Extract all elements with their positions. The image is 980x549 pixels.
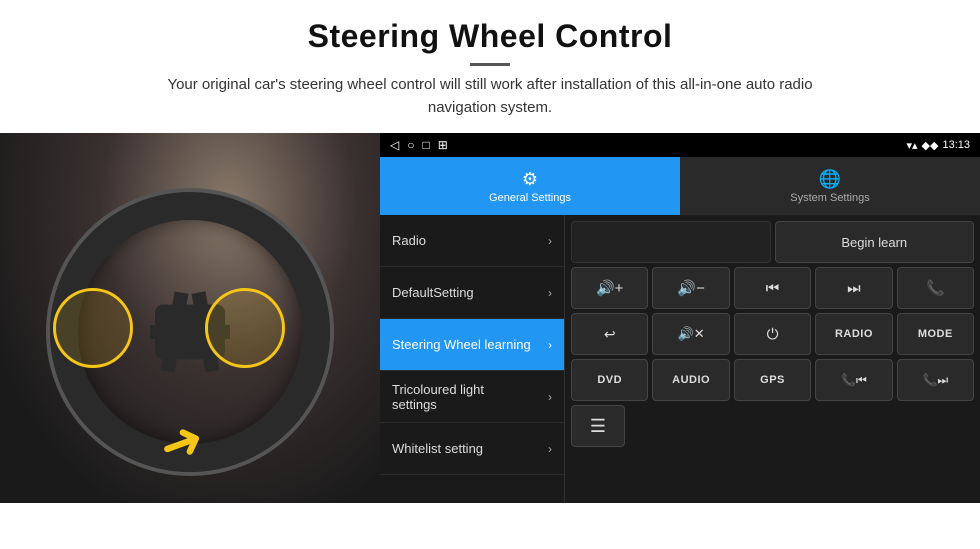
back-call-button[interactable]: ↩ bbox=[571, 313, 648, 355]
previous-track-button[interactable]: ⏮ bbox=[734, 267, 811, 309]
settings-menu: Radio › DefaultSetting › Steering Wheel … bbox=[380, 215, 565, 503]
system-settings-label: System Settings bbox=[790, 192, 869, 204]
steering-wheel-label: Steering Wheel learning bbox=[392, 337, 531, 352]
clock: 13:13 bbox=[942, 139, 970, 151]
audio-button[interactable]: AUDIO bbox=[652, 359, 729, 401]
tab-system-settings[interactable]: 🌐 System Settings bbox=[680, 157, 980, 215]
dvd-button[interactable]: DVD bbox=[571, 359, 648, 401]
radio-label: Radio bbox=[392, 233, 426, 248]
call-next-icon: 📞⏭ bbox=[922, 373, 948, 388]
call-prev-button[interactable]: 📞⏮ bbox=[815, 359, 892, 401]
mute-icon: 🔊✕ bbox=[678, 326, 705, 342]
signal-icon: ◆◆ bbox=[922, 139, 939, 152]
status-nav-icons: ◁ ○ □ ⊞ bbox=[390, 138, 448, 152]
mode-btn[interactable]: MODE bbox=[897, 313, 974, 355]
home-nav-icon[interactable]: ○ bbox=[407, 138, 414, 152]
page-title: Steering Wheel Control bbox=[20, 18, 960, 55]
recents-nav-icon[interactable]: □ bbox=[422, 138, 429, 152]
power-icon: ⏻ bbox=[767, 326, 779, 343]
tab-general-settings[interactable]: ⚙ General Settings bbox=[380, 157, 680, 215]
control-row-1: Begin learn bbox=[571, 221, 974, 263]
menu-item-whitelist[interactable]: Whitelist setting › bbox=[380, 423, 564, 475]
main-content: ➜ ◁ ○ □ ⊞ ▾▴ ◆◆ 13:13 ⚙ General Settings bbox=[0, 133, 980, 503]
menu-item-tricoloured[interactable]: Tricoloured lightsettings › bbox=[380, 371, 564, 423]
menu-list-icon: ☰ bbox=[590, 416, 606, 437]
mute-button[interactable]: 🔊✕ bbox=[652, 313, 729, 355]
whitelist-label: Whitelist setting bbox=[392, 441, 483, 456]
steering-wheel-controls: Begin learn 🔊+ 🔊− ⏮ ⏭ bbox=[565, 215, 980, 503]
control-row-5: ☰ bbox=[571, 405, 974, 447]
gps-button[interactable]: GPS bbox=[734, 359, 811, 401]
tab-bar: ⚙ General Settings 🌐 System Settings bbox=[380, 157, 980, 215]
call-button[interactable]: 📞 bbox=[897, 267, 974, 309]
tricoloured-label: Tricoloured lightsettings bbox=[392, 382, 484, 412]
prev-icon: ⏮ bbox=[766, 280, 780, 297]
wifi-icon: ▾▴ bbox=[907, 139, 918, 152]
whitelist-chevron: › bbox=[548, 442, 552, 456]
audio-text: AUDIO bbox=[672, 374, 710, 386]
menu-item-radio[interactable]: Radio › bbox=[380, 215, 564, 267]
steering-wheel-image: ➜ bbox=[0, 133, 380, 503]
defaultsetting-label: DefaultSetting bbox=[392, 285, 474, 300]
volume-up-icon: 🔊+ bbox=[596, 279, 623, 297]
android-panel: ◁ ○ □ ⊞ ▾▴ ◆◆ 13:13 ⚙ General Settings 🌐… bbox=[380, 133, 980, 503]
control-row-3: ↩ 🔊✕ ⏻ RADIO MODE bbox=[571, 313, 974, 355]
control-row-2: 🔊+ 🔊− ⏮ ⏭ 📞 bbox=[571, 267, 974, 309]
empty-placeholder bbox=[571, 221, 771, 263]
back-call-icon: ↩ bbox=[604, 326, 616, 343]
tricoloured-chevron: › bbox=[548, 390, 552, 404]
call-next-button[interactable]: 📞⏭ bbox=[897, 359, 974, 401]
radio-text: RADIO bbox=[835, 328, 873, 340]
radio-btn[interactable]: RADIO bbox=[815, 313, 892, 355]
menu-list-button[interactable]: ☰ bbox=[571, 405, 625, 447]
defaultsetting-chevron: › bbox=[548, 286, 552, 300]
general-settings-icon: ⚙ bbox=[522, 169, 538, 190]
menu-item-steering-wheel[interactable]: Steering Wheel learning › bbox=[380, 319, 564, 371]
header-subtitle: Your original car's steering wheel contr… bbox=[140, 74, 840, 119]
dvd-text: DVD bbox=[597, 374, 622, 386]
general-settings-label: General Settings bbox=[489, 192, 571, 204]
volume-down-button[interactable]: 🔊− bbox=[652, 267, 729, 309]
system-settings-icon: 🌐 bbox=[819, 169, 841, 190]
power-button[interactable]: ⏻ bbox=[734, 313, 811, 355]
screenshot-icon[interactable]: ⊞ bbox=[438, 138, 448, 152]
menu-item-defaultsetting[interactable]: DefaultSetting › bbox=[380, 267, 564, 319]
call-prev-icon: 📞⏮ bbox=[841, 373, 867, 388]
steering-chevron: › bbox=[548, 338, 552, 352]
mode-text: MODE bbox=[918, 328, 953, 340]
volume-down-icon: 🔊− bbox=[677, 279, 704, 297]
gps-text: GPS bbox=[760, 374, 785, 386]
back-nav-icon[interactable]: ◁ bbox=[390, 138, 399, 152]
status-indicators: ▾▴ ◆◆ 13:13 bbox=[907, 139, 971, 152]
status-bar: ◁ ○ □ ⊞ ▾▴ ◆◆ 13:13 bbox=[380, 133, 980, 157]
radio-chevron: › bbox=[548, 234, 552, 248]
call-icon: 📞 bbox=[926, 279, 945, 297]
next-track-button[interactable]: ⏭ bbox=[815, 267, 892, 309]
begin-learn-button[interactable]: Begin learn bbox=[775, 221, 975, 263]
control-row-4: DVD AUDIO GPS 📞⏮ 📞⏭ bbox=[571, 359, 974, 401]
title-divider bbox=[470, 63, 510, 66]
next-icon: ⏭ bbox=[847, 280, 861, 297]
page-header: Steering Wheel Control Your original car… bbox=[0, 0, 980, 129]
volume-up-button[interactable]: 🔊+ bbox=[571, 267, 648, 309]
content-area: Radio › DefaultSetting › Steering Wheel … bbox=[380, 215, 980, 503]
